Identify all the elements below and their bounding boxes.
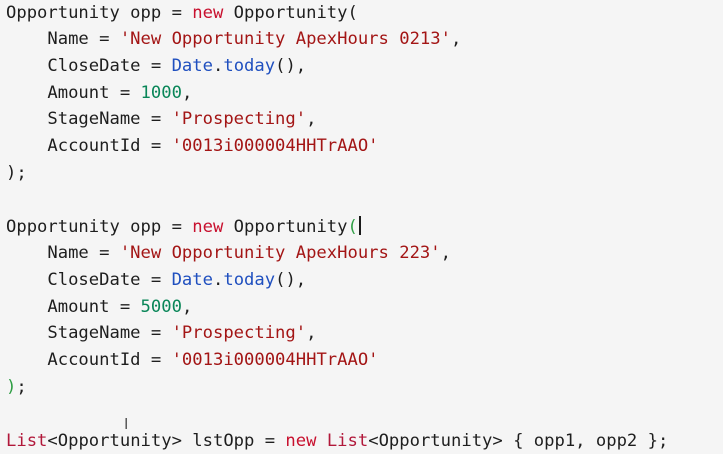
- type-keyword: List: [326, 431, 369, 451]
- code-line[interactable]: CloseDate = Date.today(),: [6, 267, 306, 293]
- field-key: StageName =: [6, 109, 172, 129]
- code-line[interactable]: AccountId = '0013i000004HHTrAAO': [6, 133, 379, 159]
- code-line[interactable]: Amount = 1000,: [6, 80, 192, 106]
- mouse-ibeam-cursor: I: [124, 415, 129, 433]
- code-token: .: [212, 270, 224, 290]
- code-token: );: [6, 163, 27, 183]
- code-line[interactable]: Amount = 5000,: [6, 294, 192, 320]
- code-token: ,: [181, 83, 193, 103]
- field-key: Name =: [6, 243, 120, 263]
- code-token: Opportunity(: [223, 3, 358, 23]
- code-line[interactable]: List<Opportunity> lstOpp = new List<Oppo…: [6, 428, 668, 454]
- field-key: CloseDate =: [6, 56, 172, 76]
- number-literal: 1000: [140, 83, 182, 103]
- text-caret: [358, 216, 361, 235]
- code-line[interactable]: );: [6, 160, 27, 186]
- code-token: Opportunity opp =: [6, 217, 193, 237]
- code-token: ,: [450, 29, 462, 49]
- code-token: ,: [306, 109, 317, 129]
- code-token: <Opportunity> lstOpp =: [47, 431, 286, 451]
- class-reference: Date: [171, 270, 213, 290]
- field-key: CloseDate =: [6, 270, 172, 290]
- number-literal: 5000: [140, 297, 182, 317]
- method-call: today: [223, 270, 276, 290]
- keyword-new: new: [192, 3, 224, 23]
- code-token: .: [212, 56, 224, 76]
- field-key: Name =: [6, 29, 120, 49]
- code-token: (),: [275, 56, 307, 76]
- code-token: ,: [181, 297, 193, 317]
- code-line[interactable]: StageName = 'Prospecting',: [6, 320, 316, 346]
- field-key: Amount =: [6, 297, 141, 317]
- code-token: Opportunity opp =: [6, 3, 193, 23]
- code-line[interactable]: Name = 'New Opportunity ApexHours 223',: [6, 240, 451, 266]
- keyword-new: new: [285, 431, 317, 451]
- code-line[interactable]: Opportunity opp = new Opportunity(: [6, 0, 358, 26]
- class-reference: Date: [171, 56, 213, 76]
- string-literal: 'Prospecting': [171, 109, 307, 129]
- string-literal: 'Prospecting': [171, 323, 307, 343]
- code-token: Opportunity: [223, 217, 348, 237]
- matched-bracket: (: [347, 217, 358, 237]
- code-line[interactable]: Name = 'New Opportunity ApexHours 0213',: [6, 26, 461, 52]
- code-token: ;: [16, 377, 27, 397]
- code-token: ,: [306, 323, 317, 343]
- code-line[interactable]: AccountId = '0013i000004HHTrAAO': [6, 347, 379, 373]
- type-keyword: List: [6, 431, 48, 451]
- string-literal: '0013i000004HHTrAAO': [171, 350, 379, 370]
- matched-bracket: ): [6, 377, 17, 397]
- string-literal: 'New Opportunity ApexHours 223': [119, 243, 441, 263]
- code-line-active[interactable]: Opportunity opp = new Opportunity(: [6, 214, 361, 240]
- code-token: <Opportunity> { opp1, opp2 };: [368, 431, 669, 451]
- method-call: today: [223, 56, 276, 76]
- code-line[interactable]: );: [6, 374, 27, 400]
- keyword-new: new: [192, 217, 224, 237]
- field-key: AccountId =: [6, 350, 172, 370]
- field-key: AccountId =: [6, 136, 172, 156]
- code-editor[interactable]: Opportunity opp = new Opportunity( Name …: [0, 0, 723, 454]
- string-literal: '0013i000004HHTrAAO': [171, 136, 379, 156]
- string-literal: 'New Opportunity ApexHours 0213': [119, 29, 451, 49]
- code-token: (),: [275, 270, 307, 290]
- code-token: ,: [440, 243, 451, 263]
- field-key: Amount =: [6, 83, 141, 103]
- field-key: StageName =: [6, 323, 172, 343]
- code-line[interactable]: StageName = 'Prospecting',: [6, 106, 316, 132]
- code-line[interactable]: CloseDate = Date.today(),: [6, 53, 306, 79]
